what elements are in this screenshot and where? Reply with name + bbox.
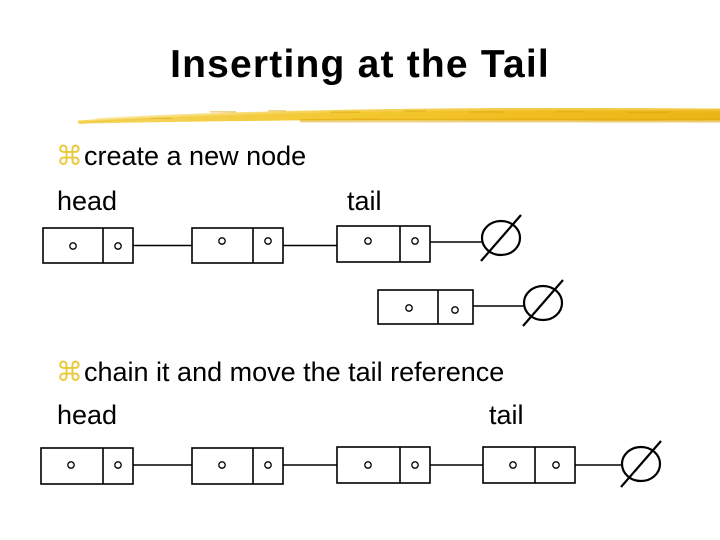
list-node: [42, 227, 134, 264]
null-terminator-icon: [620, 440, 662, 488]
brush-divider: [0, 98, 720, 132]
null-terminator-icon: [522, 279, 564, 327]
detached-new-node: [377, 289, 474, 325]
list-node: [482, 446, 576, 484]
list-node: [191, 227, 284, 264]
null-terminator-icon: [480, 214, 522, 262]
bullet-item-create-node: ⌘create a new node: [56, 141, 306, 172]
bullet-text: create a new node: [84, 141, 307, 171]
label-head-before: head: [57, 186, 118, 216]
bullet-glyph-icon: ⌘: [56, 357, 83, 388]
label-tail-before: tail: [347, 186, 382, 216]
label-tail-after: tail: [489, 400, 524, 430]
list-node: [191, 447, 284, 485]
bullet-item-chain-and-move-tail: ⌘chain it and move the tail reference: [56, 357, 504, 388]
slide-canvas: Inserting at the Tail ⌘create a new node…: [0, 0, 720, 540]
list-node: [336, 446, 431, 484]
label-head-after: head: [57, 400, 118, 430]
bullet-text: chain it and move the tail reference: [84, 357, 505, 387]
list-node: [336, 225, 431, 263]
bullet-glyph-icon: ⌘: [56, 141, 83, 172]
list-node: [40, 447, 134, 485]
page-title: Inserting at the Tail: [170, 43, 550, 86]
